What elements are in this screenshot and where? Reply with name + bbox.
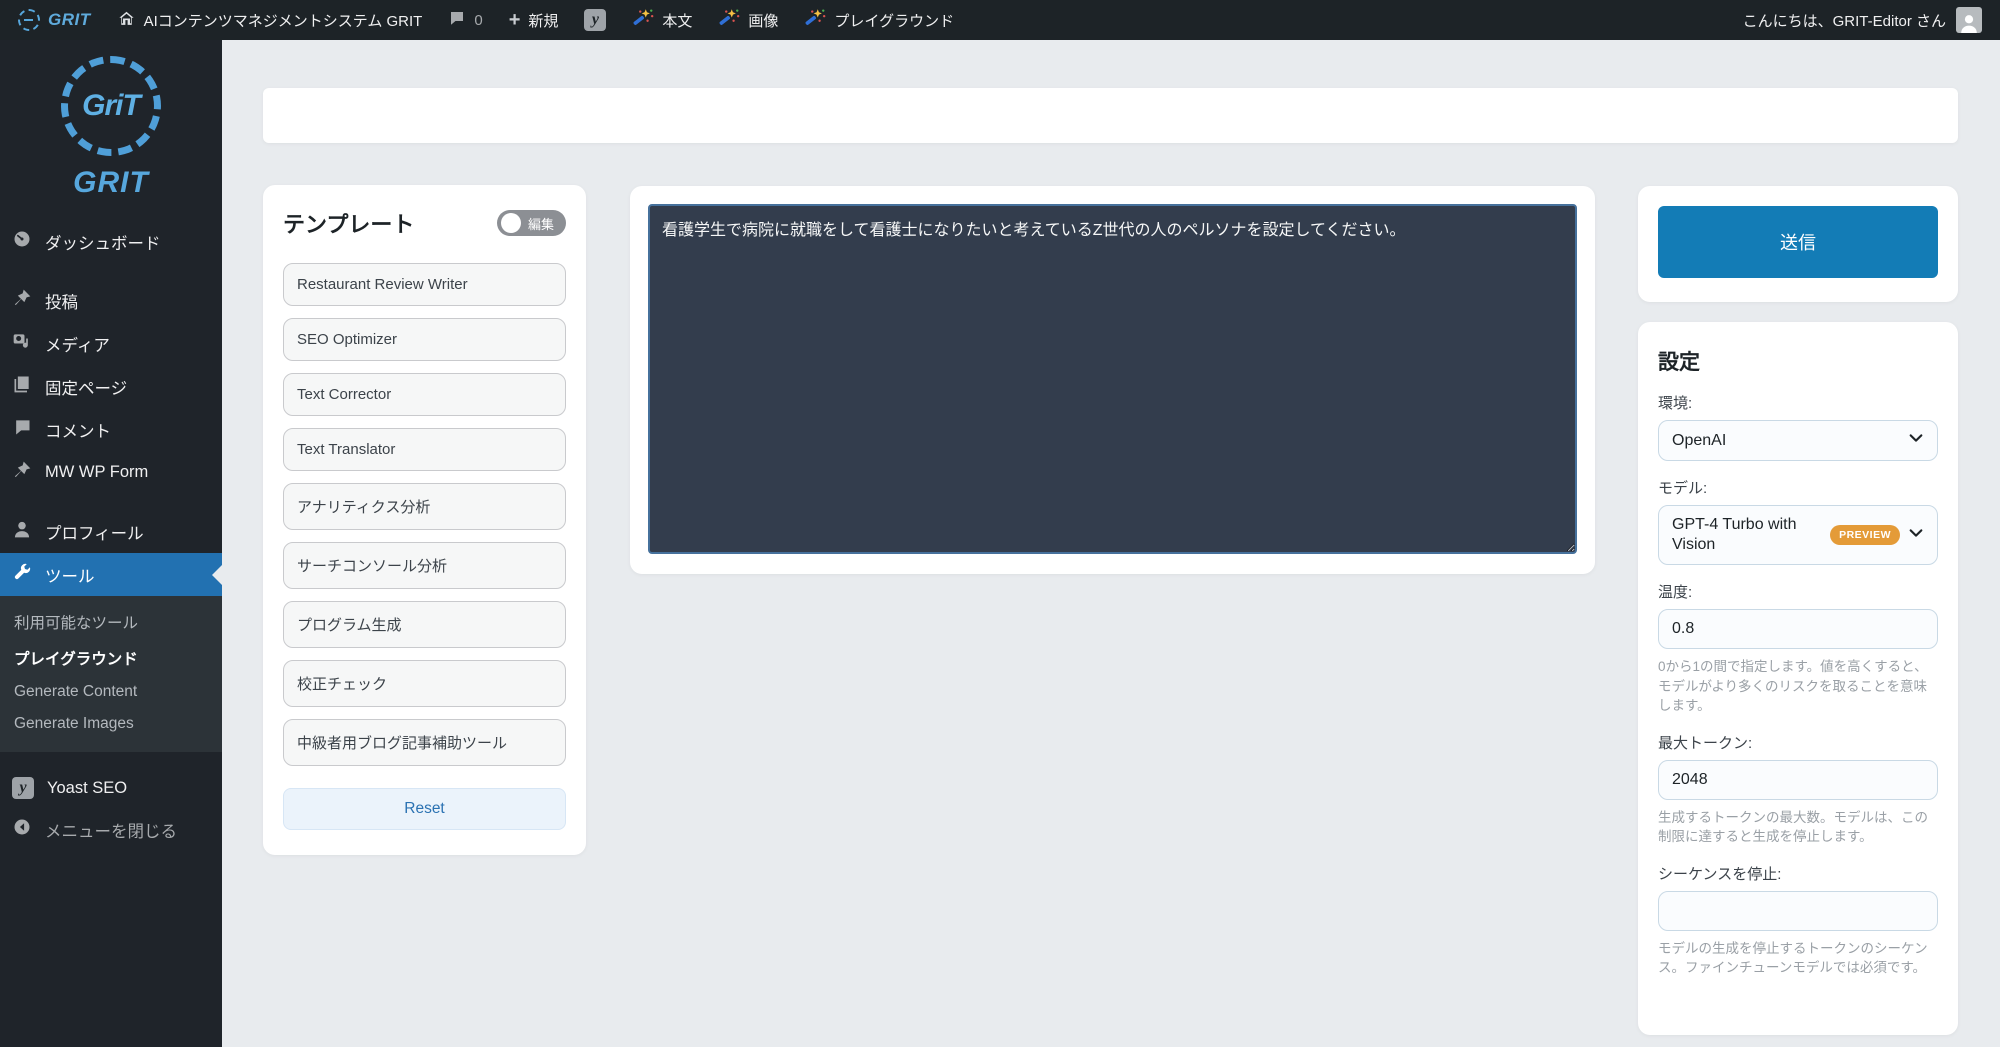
user-greeting[interactable]: こんにちは、GRIT-Editor さん <box>1743 10 1946 31</box>
quick-action-label: プレイグラウンド <box>834 10 954 31</box>
prompt-panel: 看護学生で病院に就職をして看護士になりたいと考えているZ世代の人のペルソナを設定… <box>630 186 1595 574</box>
empty-toolbar <box>263 88 1958 143</box>
edit-toggle[interactable]: 編集 <box>497 210 566 236</box>
prompt-textarea[interactable]: 看護学生で病院に就職をして看護士になりたいと考えているZ世代の人のペルソナを設定… <box>648 204 1577 554</box>
sidebar-item-playground[interactable]: プレイグラウンド <box>0 640 222 676</box>
avatar[interactable] <box>1956 7 1982 33</box>
stop-sequence-help: モデルの生成を停止するトークンのシーケンス。ファインチューンモデルでは必須です。 <box>1658 939 1938 978</box>
reset-button[interactable]: Reset <box>283 788 566 830</box>
comments-count: 0 <box>474 12 482 29</box>
admin-bar-quick-gazou[interactable]: 画像 <box>718 7 778 33</box>
magic-wand-icon <box>718 7 740 33</box>
main-content: テンプレート 編集 Restaurant Review Writer SEO O… <box>222 40 2000 1047</box>
template-panel-title: テンプレート <box>283 207 414 239</box>
template-button-analytics-analysis[interactable]: アナリティクス分析 <box>283 483 566 530</box>
environment-value: OpenAI <box>1672 431 1726 451</box>
sidebar-item-profile[interactable]: プロフィール <box>0 510 222 553</box>
submit-button[interactable]: 送信 <box>1658 206 1938 278</box>
admin-bar-yoast[interactable]: y <box>584 9 606 31</box>
sidebar-item-available-tools[interactable]: 利用可能なツール <box>0 604 222 640</box>
environment-select[interactable]: OpenAI <box>1658 420 1938 461</box>
home-icon <box>117 9 136 32</box>
template-button-text-corrector[interactable]: Text Corrector <box>283 373 566 416</box>
template-button-intermediate-blog-tool[interactable]: 中級者用ブログ記事補助ツール <box>283 719 566 766</box>
sidebar-item-generate-content[interactable]: Generate Content <box>0 676 222 708</box>
grit-admin-screen: GRIT AIコンテンツマネジメントシステム GRIT 0 + 新規 y <box>0 0 2000 1047</box>
comment-bubble-icon <box>12 417 32 442</box>
collapse-arrow-icon <box>12 817 32 842</box>
template-button-search-console-analysis[interactable]: サーチコンソール分析 <box>283 542 566 589</box>
site-title: AIコンテンツマネジメントシステム GRIT <box>144 10 423 31</box>
sidebar-item-tools[interactable]: ツール <box>0 553 222 596</box>
temperature-input[interactable] <box>1658 609 1938 649</box>
sidebar-item-yoast-seo[interactable]: y Yoast SEO <box>0 768 222 808</box>
new-label: 新規 <box>528 10 558 31</box>
magic-wand-icon <box>632 7 654 33</box>
plus-icon: + <box>509 10 521 30</box>
sidebar-item-posts[interactable]: 投稿 <box>0 279 222 322</box>
admin-bar-site-link[interactable]: AIコンテンツマネジメントシステム GRIT <box>117 9 423 32</box>
sidebar-item-pages[interactable]: 固定ページ <box>0 365 222 408</box>
stop-sequence-label: シーケンスを停止: <box>1658 863 1938 884</box>
admin-bar-comments[interactable]: 0 <box>448 9 482 31</box>
max-tokens-help: 生成するトークンの最大数。モデルは、この制限に達すると生成を停止します。 <box>1658 808 1938 847</box>
max-tokens-label: 最大トークン: <box>1658 732 1938 753</box>
sidebar-item-comments[interactable]: コメント <box>0 408 222 451</box>
settings-panel: 設定 環境: OpenAI モデル: GPT-4 Turbo with Visi… <box>1638 322 1958 1035</box>
model-label: モデル: <box>1658 477 1938 498</box>
settings-title: 設定 <box>1658 346 1938 376</box>
sidebar-menu: ダッシュボード 投稿 メディア 固定ページ <box>0 220 222 851</box>
sidebar-logo-text: GRIT <box>73 166 149 200</box>
template-button-restaurant-review-writer[interactable]: Restaurant Review Writer <box>283 263 566 306</box>
wrench-icon <box>12 562 32 587</box>
admin-bar: GRIT AIコンテンツマネジメントシステム GRIT 0 + 新規 y <box>0 0 2000 40</box>
preview-badge: PREVIEW <box>1830 525 1900 545</box>
sidebar-item-dashboard[interactable]: ダッシュボード <box>0 220 222 263</box>
template-button-text-translator[interactable]: Text Translator <box>283 428 566 471</box>
grit-mini-logo-icon <box>18 9 40 31</box>
media-icon <box>12 331 32 356</box>
admin-bar-quick-honbun[interactable]: 本文 <box>632 7 692 33</box>
template-panel: テンプレート 編集 Restaurant Review Writer SEO O… <box>263 185 586 855</box>
pages-icon <box>12 374 32 399</box>
chevron-down-icon <box>1908 525 1924 546</box>
admin-bar-new[interactable]: + 新規 <box>509 10 559 31</box>
stop-sequence-input[interactable] <box>1658 891 1938 931</box>
admin-sidebar: GriT GRIT ダッシュボード 投稿 メデ <box>0 40 222 1047</box>
magic-wand-icon <box>804 7 826 33</box>
model-select[interactable]: GPT-4 Turbo with Vision PREVIEW <box>1658 505 1938 565</box>
admin-bar-quick-playground[interactable]: プレイグラウンド <box>804 7 954 33</box>
template-button-seo-optimizer[interactable]: SEO Optimizer <box>283 318 566 361</box>
sidebar-item-collapse-menu[interactable]: メニューを閉じる <box>0 808 222 851</box>
grit-logo-icon: GriT <box>61 56 161 156</box>
temperature-label: 温度: <box>1658 581 1938 602</box>
admin-bar-brand[interactable]: GRIT <box>18 9 91 31</box>
max-tokens-input[interactable] <box>1658 760 1938 800</box>
dashboard-icon <box>12 229 32 254</box>
toggle-knob <box>501 213 521 233</box>
person-icon <box>12 519 32 544</box>
sidebar-logo: GriT GRIT <box>0 40 222 206</box>
tools-submenu: 利用可能なツール プレイグラウンド Generate Content Gener… <box>0 596 222 752</box>
model-value: GPT-4 Turbo with Vision <box>1672 515 1822 555</box>
yoast-icon: y <box>584 9 606 31</box>
environment-label: 環境: <box>1658 392 1938 413</box>
template-button-program-generation[interactable]: プログラム生成 <box>283 601 566 648</box>
edit-toggle-label: 編集 <box>528 214 554 233</box>
chevron-down-icon <box>1908 430 1924 451</box>
pushpin-icon <box>12 460 32 485</box>
sidebar-item-generate-images[interactable]: Generate Images <box>0 708 222 740</box>
submit-panel: 送信 <box>1638 186 1958 302</box>
quick-action-label: 画像 <box>748 10 778 31</box>
sidebar-item-mw-wp-form[interactable]: MW WP Form <box>0 451 222 494</box>
quick-action-label: 本文 <box>662 10 692 31</box>
admin-bar-brand-label: GRIT <box>48 10 91 30</box>
comment-bubble-icon <box>448 9 466 31</box>
template-button-proofreading-check[interactable]: 校正チェック <box>283 660 566 707</box>
yoast-icon: y <box>12 777 34 799</box>
pushpin-icon <box>12 288 32 313</box>
temperature-help: 0から1の間で指定します。値を高くすると、モデルがより多くのリスクを取ることを意… <box>1658 657 1938 716</box>
sidebar-item-media[interactable]: メディア <box>0 322 222 365</box>
